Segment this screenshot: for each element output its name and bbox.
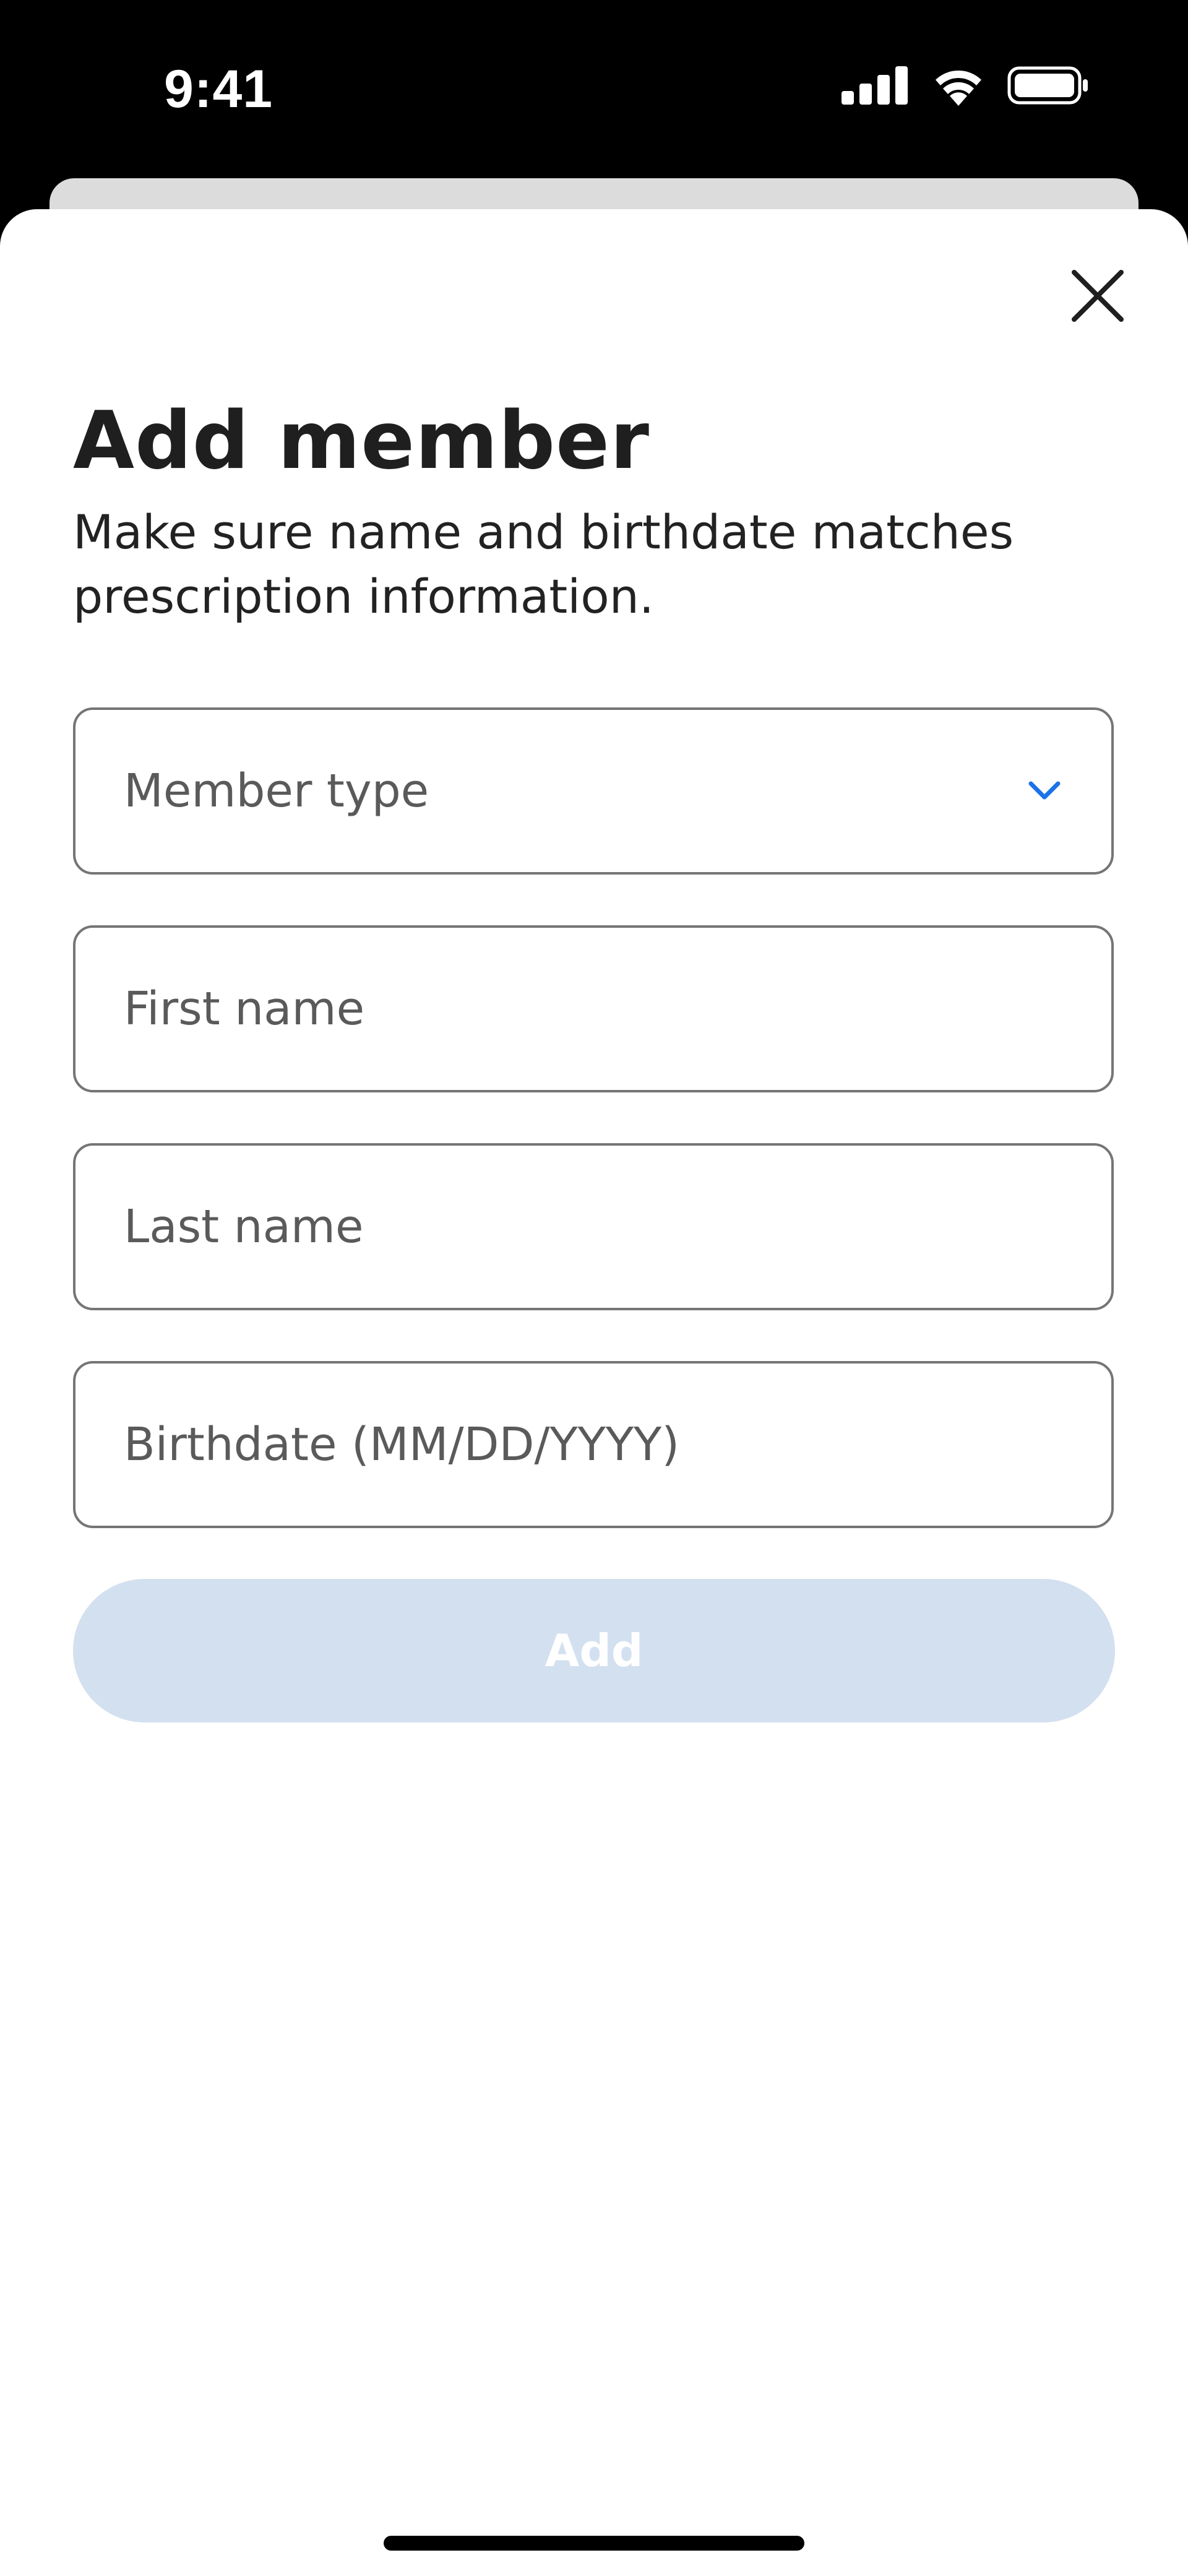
status-bar: 9:41 (0, 0, 1188, 179)
add-button[interactable]: Add (73, 1579, 1115, 1722)
wifi-icon (931, 65, 986, 109)
member-type-label: Member type (124, 764, 429, 818)
page-title: Add member (73, 395, 650, 487)
birthdate-field-container (73, 1361, 1114, 1528)
last-name-field-container (73, 1143, 1114, 1310)
member-type-select[interactable]: Member type (73, 707, 1114, 875)
birthdate-field[interactable] (124, 1364, 1063, 1526)
close-button[interactable] (1067, 265, 1129, 327)
home-indicator (384, 2536, 804, 2551)
status-time: 9:41 (164, 59, 273, 119)
status-icons (842, 62, 1089, 111)
screen: 9:41 Add member Make sure name and birth… (0, 0, 1188, 2576)
first-name-field[interactable] (124, 928, 1063, 1090)
page-subtitle: Make sure name and birthdate matches pre… (73, 504, 1014, 624)
cellular-signal-icon (842, 66, 910, 108)
first-name-field-container (73, 925, 1114, 1092)
close-icon (1072, 270, 1124, 322)
last-name-field[interactable] (124, 1146, 1063, 1308)
chevron-down-icon (1026, 772, 1063, 810)
battery-icon (1007, 66, 1089, 108)
add-member-sheet: Add member Make sure name and birthdate … (0, 209, 1188, 2576)
